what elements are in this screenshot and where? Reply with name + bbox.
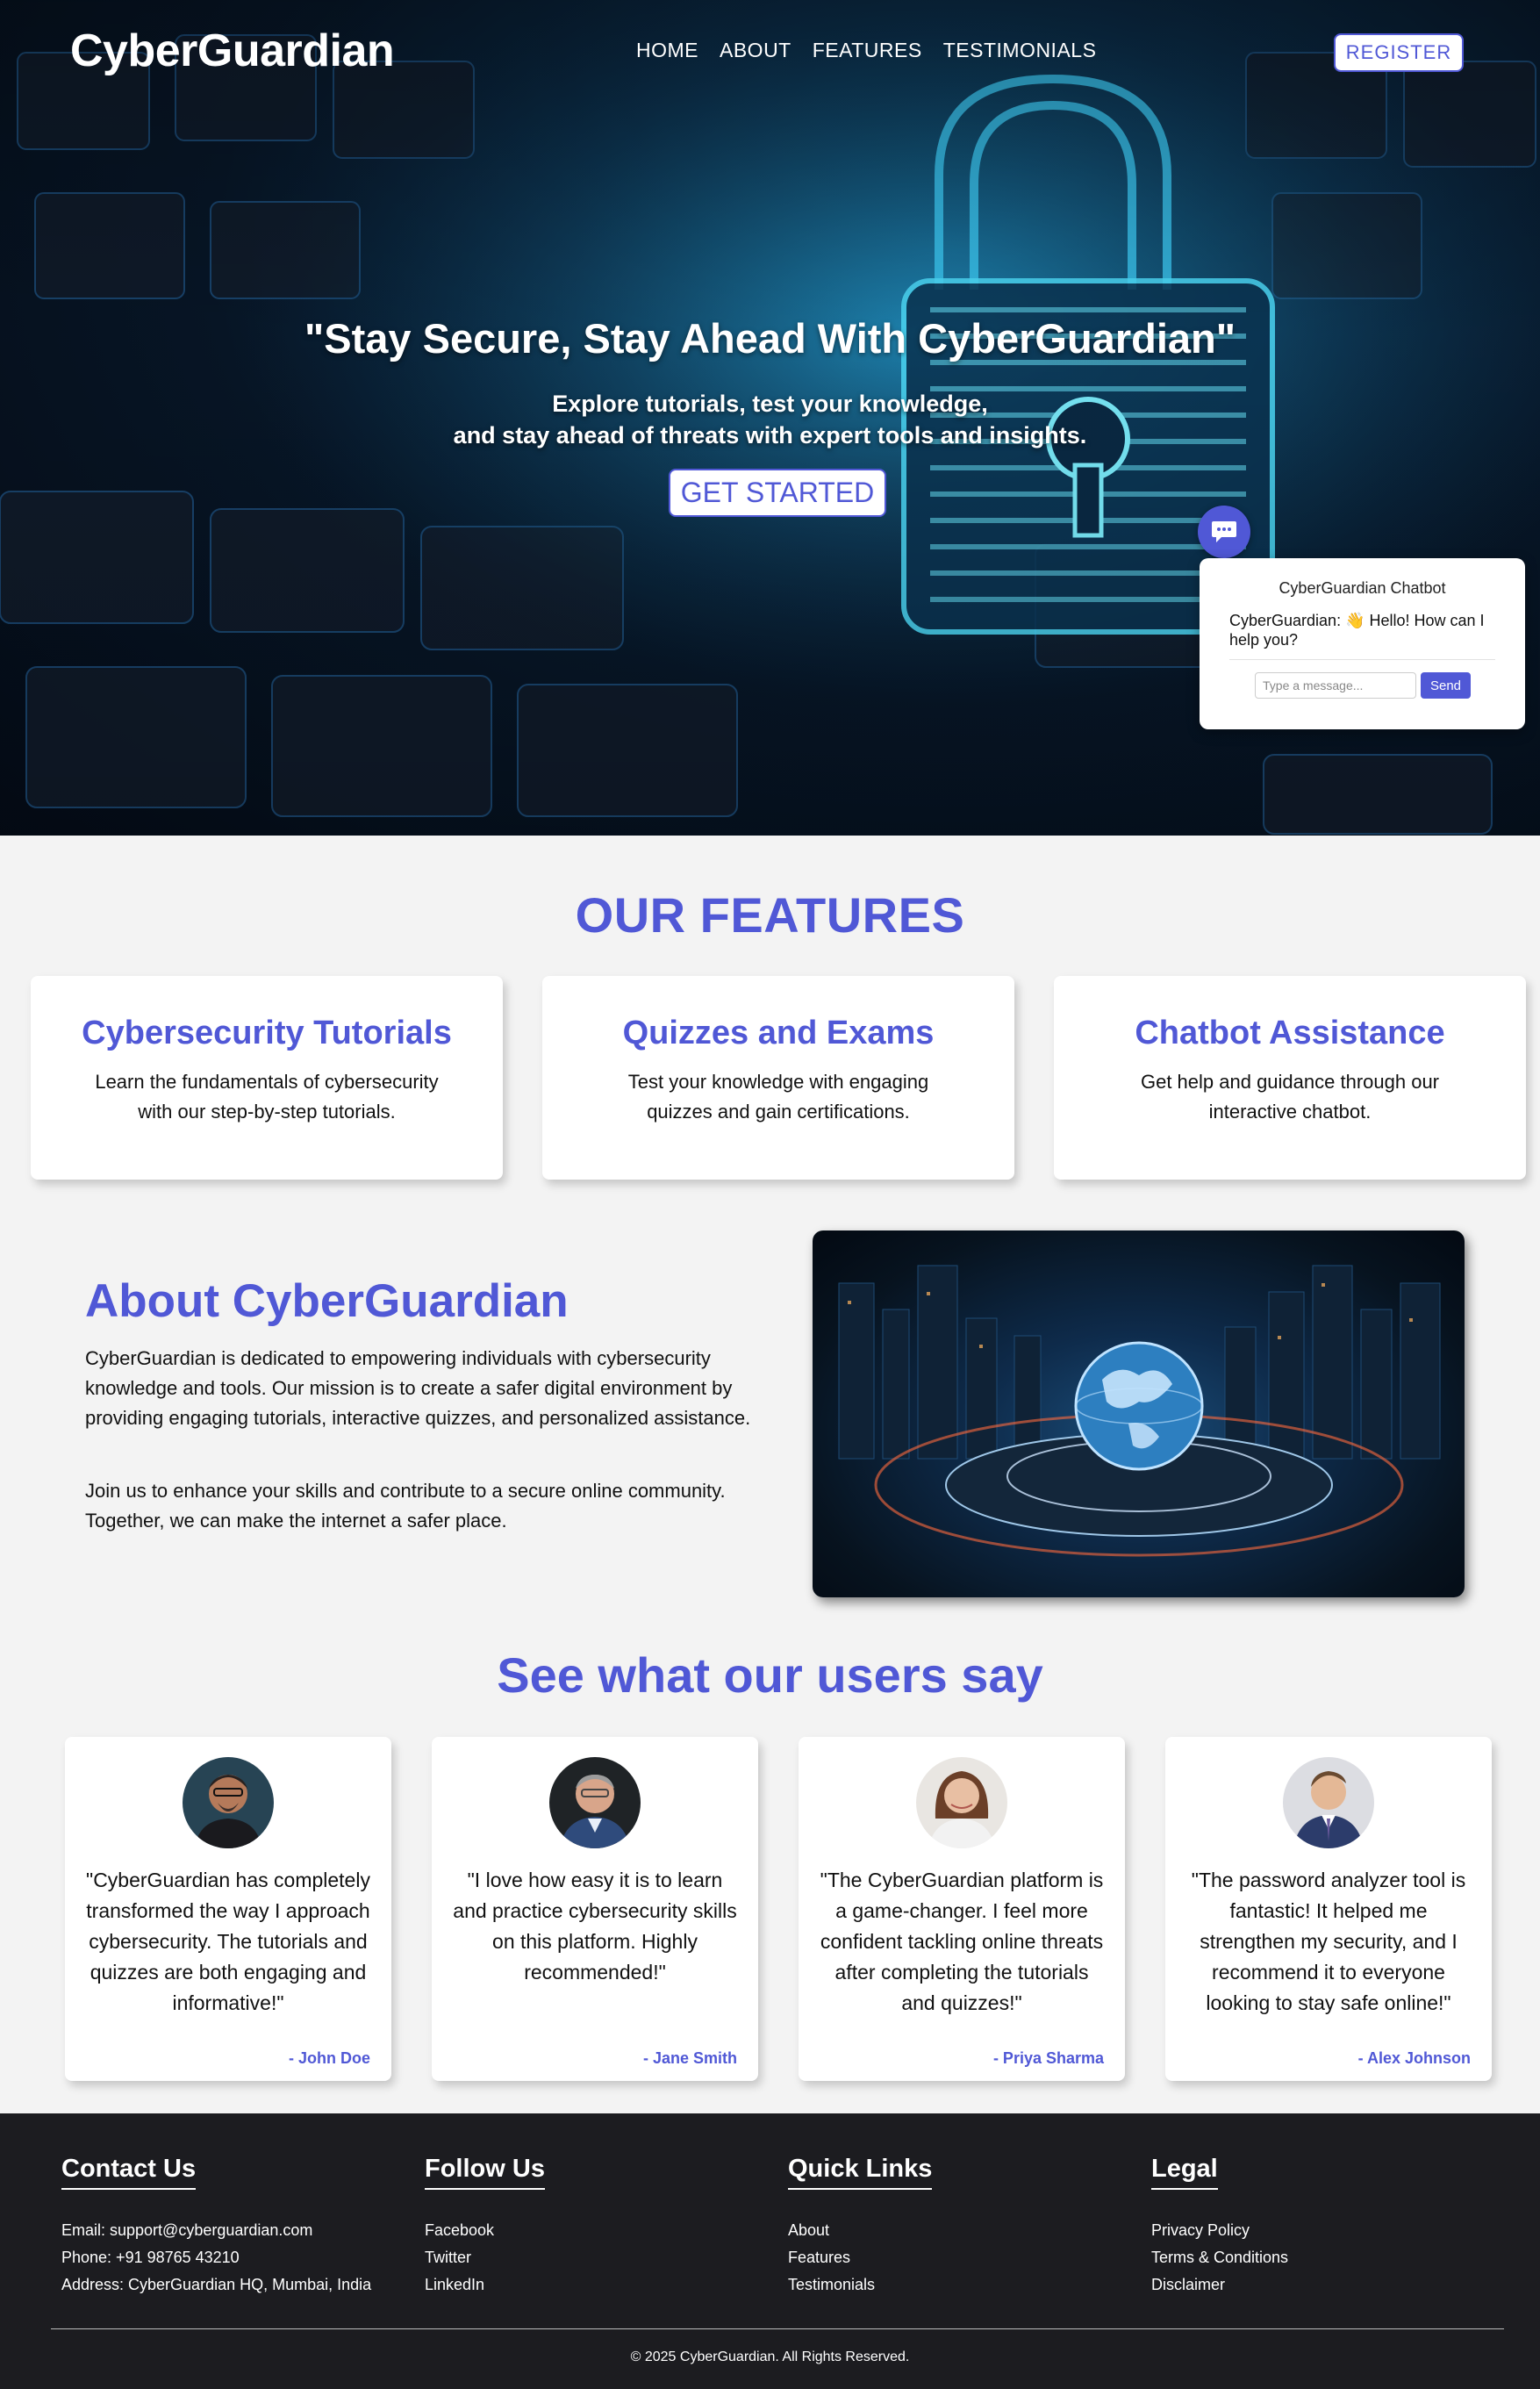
about-title: About CyberGuardian: [85, 1275, 569, 1327]
about-paragraph-2: Join us to enhance your skills and contr…: [85, 1480, 726, 1532]
person-avatar-image: [916, 1757, 1007, 1848]
testimonial-quote: "I love how easy it is to learn and prac…: [453, 1869, 737, 1984]
footer-link-testimonials[interactable]: Testimonials: [788, 2276, 875, 2293]
footer-link-disclaimer[interactable]: Disclaimer: [1151, 2276, 1225, 2293]
chatbot-title: CyberGuardian Chatbot: [1279, 579, 1446, 597]
footer-contact-title: Contact Us: [61, 2155, 197, 2190]
hero-subtitle-line-1: Explore tutorials, test your knowledge,: [552, 391, 988, 417]
footer-quick-links-column: Quick Links About Features Testimonials: [788, 2155, 933, 2299]
feature-card-desc: Get help and guidance through our intera…: [1140, 1071, 1440, 1123]
avatar: [916, 1757, 1007, 1848]
feature-card-title: Cybersecurity Tutorials: [82, 1015, 452, 1051]
chatbot-window: CyberGuardian Chatbot CyberGuardian: 👋 H…: [1200, 558, 1525, 729]
testimonials-title: See what our users say: [497, 1647, 1043, 1703]
footer-link-twitter[interactable]: Twitter: [425, 2249, 471, 2266]
chat-bubble-icon: [1212, 521, 1236, 542]
footer-link-linkedin[interactable]: LinkedIn: [425, 2276, 484, 2293]
get-started-button[interactable]: GET STARTED: [669, 469, 886, 517]
feature-card-tutorials[interactable]: Cybersecurity Tutorials Learn the fundam…: [31, 976, 503, 1180]
register-button[interactable]: REGISTER: [1334, 33, 1464, 72]
footer-quick-links-title: Quick Links: [788, 2155, 933, 2190]
site-footer: Contact Us Email: support@cyberguardian.…: [0, 2113, 1540, 2389]
main-nav: HOME ABOUT FEATURES TESTIMONIALS: [636, 39, 1096, 62]
chatbot-send-button[interactable]: Send: [1421, 672, 1471, 699]
testimonial-card-priya-sharma: "The CyberGuardian platform is a game-ch…: [799, 1737, 1125, 2081]
chatbot-message: CyberGuardian: 👋 Hello! How can I help y…: [1229, 612, 1485, 649]
footer-contact-column: Contact Us Email: support@cyberguardian.…: [61, 2155, 371, 2299]
testimonial-author: - Jane Smith: [642, 2049, 737, 2067]
footer-divider: [51, 2328, 1504, 2329]
feature-card-desc: Test your knowledge with engaging quizze…: [627, 1071, 929, 1123]
nav-testimonials[interactable]: TESTIMONIALS: [943, 39, 1097, 62]
footer-follow-column: Follow Us Facebook Twitter LinkedIn: [425, 2155, 545, 2299]
hero-subtitle: Explore tutorials, test your knowledge, …: [0, 388, 1540, 451]
nav-home[interactable]: HOME: [636, 39, 698, 62]
avatar: [549, 1757, 641, 1848]
feature-card-desc: Learn the fundamentals of cybersecurity …: [95, 1071, 439, 1123]
testimonial-author: - Alex Johnson: [1357, 2049, 1471, 2067]
footer-link-about[interactable]: About: [788, 2221, 829, 2239]
person-avatar-image: [183, 1757, 274, 1848]
feature-card-quizzes[interactable]: Quizzes and Exams Test your knowledge wi…: [542, 976, 1014, 1180]
chatbot-message-input[interactable]: [1255, 672, 1416, 699]
hero-subtitle-line-2: and stay ahead of threats with expert to…: [453, 422, 1087, 448]
testimonial-card-alex-johnson: "The password analyzer tool is fantastic…: [1165, 1737, 1492, 2081]
footer-link-features[interactable]: Features: [788, 2249, 850, 2266]
feature-card-chatbot[interactable]: Chatbot Assistance Get help and guidance…: [1054, 976, 1526, 1180]
globe-city-illustration: [838, 1265, 1441, 1557]
footer-legal-column: Legal Privacy Policy Terms & Conditions …: [1151, 2155, 1288, 2299]
site-logo[interactable]: CyberGuardian: [70, 25, 395, 77]
footer-follow-title: Follow Us: [425, 2155, 545, 2190]
feature-card-title: Quizzes and Exams: [622, 1015, 935, 1051]
person-avatar-image: [549, 1757, 641, 1848]
about-image: [813, 1230, 1465, 1597]
nav-about[interactable]: ABOUT: [720, 39, 791, 62]
footer-legal-title: Legal: [1151, 2155, 1218, 2190]
chatbot-toggle-button[interactable]: [1198, 506, 1250, 558]
chatbot-divider: [1229, 659, 1495, 660]
feature-card-title: Chatbot Assistance: [1135, 1015, 1445, 1051]
testimonial-quote: "The CyberGuardian platform is a game-ch…: [820, 1869, 1104, 2014]
testimonial-card-jane-smith: "I love how easy it is to learn and prac…: [432, 1737, 758, 2081]
features-title: OUR FEATURES: [575, 887, 965, 943]
testimonial-card-john-doe: "CyberGuardian has completely transforme…: [65, 1737, 391, 2081]
nav-features[interactable]: FEATURES: [813, 39, 922, 62]
person-avatar-image: [1283, 1757, 1374, 1848]
footer-link-facebook[interactable]: Facebook: [425, 2221, 494, 2239]
testimonial-quote: "The password analyzer tool is fantastic…: [1191, 1869, 1466, 2014]
footer-contact-phone: Phone: +91 98765 43210: [61, 2249, 240, 2266]
footer-copyright: © 2025 CyberGuardian. All Rights Reserve…: [630, 2350, 910, 2364]
avatar: [1283, 1757, 1374, 1848]
footer-link-terms[interactable]: Terms & Conditions: [1151, 2249, 1288, 2266]
footer-contact-email: Email: support@cyberguardian.com: [61, 2221, 313, 2239]
testimonial-quote: "CyberGuardian has completely transforme…: [86, 1869, 370, 2014]
testimonial-author: - Priya Sharma: [992, 2049, 1104, 2067]
footer-link-privacy[interactable]: Privacy Policy: [1151, 2221, 1250, 2239]
hero-title: "Stay Secure, Stay Ahead With CyberGuard…: [304, 315, 1236, 362]
about-paragraph-1: CyberGuardian is dedicated to empowering…: [85, 1347, 751, 1429]
avatar: [183, 1757, 274, 1848]
footer-contact-address: Address: CyberGuardian HQ, Mumbai, India: [61, 2276, 372, 2293]
testimonial-author: - John Doe: [289, 2049, 370, 2067]
